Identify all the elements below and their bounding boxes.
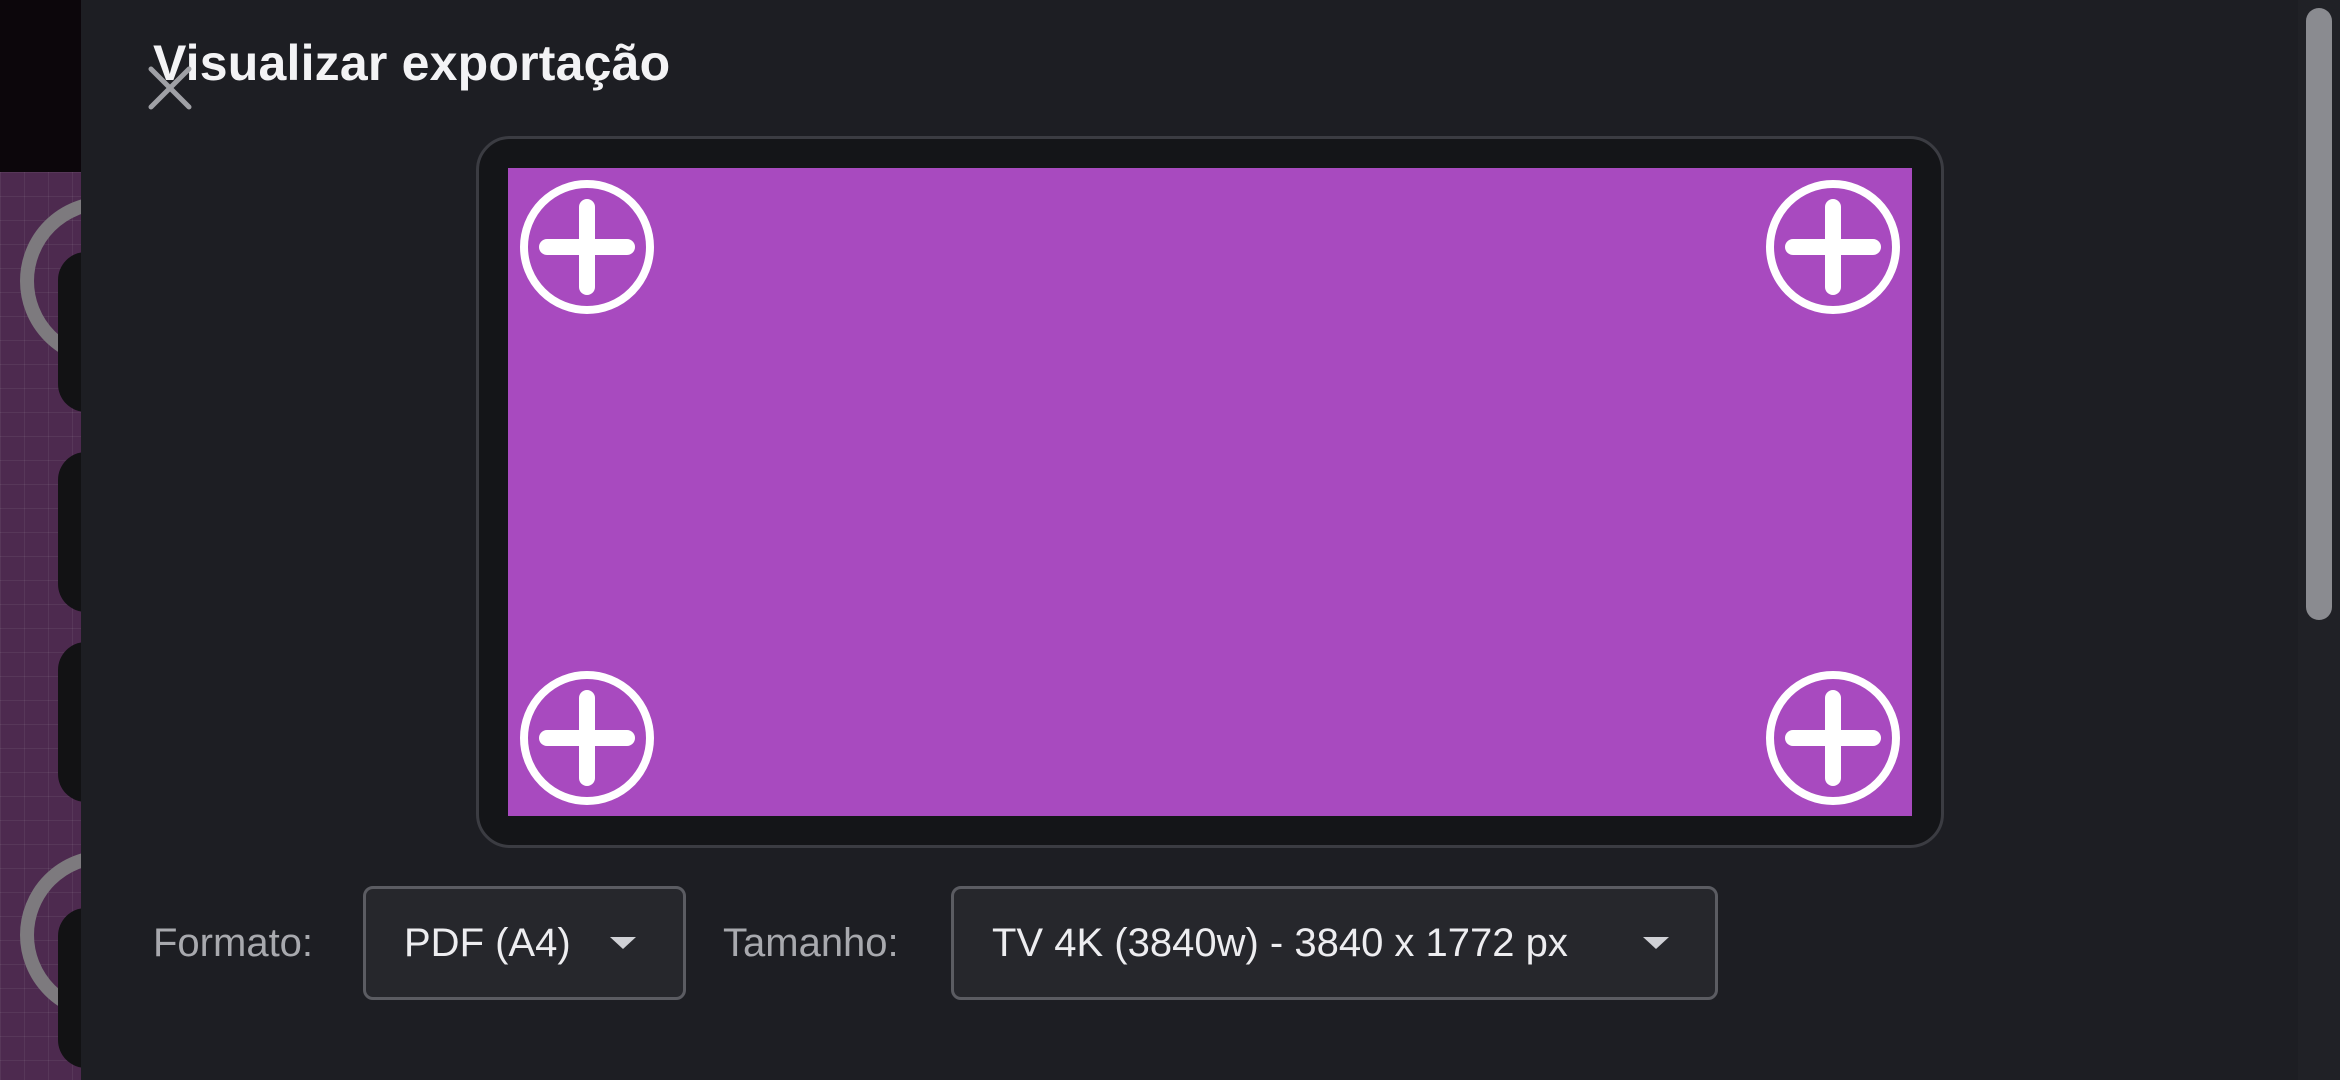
close-icon (148, 66, 192, 110)
format-label: Formato: (153, 921, 314, 965)
format-value: PDF (A4) (404, 921, 571, 965)
preview-canvas (508, 168, 1912, 816)
add-circle-icon (520, 180, 654, 314)
chevron-down-icon (610, 937, 636, 949)
size-value: TV 4K (3840w) - 3840 x 1772 px (992, 921, 1568, 965)
add-button-bottom-right[interactable] (1765, 670, 1901, 806)
export-options-row: Formato: PDF (A4) Tamanho: TV 4K (3840w)… (0, 886, 2340, 1000)
close-button[interactable] (144, 62, 196, 114)
add-button-top-left[interactable] (519, 179, 655, 315)
background-node-card (58, 252, 81, 412)
chevron-down-icon (1643, 937, 1669, 949)
format-dropdown[interactable]: PDF (A4) (363, 886, 686, 1000)
background-node-card (58, 642, 81, 802)
add-button-top-right[interactable] (1765, 179, 1901, 315)
add-button-bottom-left[interactable] (519, 670, 655, 806)
background-node-card (58, 452, 81, 612)
add-circle-icon (1766, 671, 1900, 805)
background-app-toolbar (0, 0, 81, 172)
add-circle-icon (520, 671, 654, 805)
add-circle-icon (1766, 180, 1900, 314)
size-dropdown[interactable]: TV 4K (3840w) - 3840 x 1772 px (951, 886, 1718, 1000)
scrollbar-thumb[interactable] (2306, 8, 2332, 620)
size-label: Tamanho: (723, 921, 899, 965)
screen: Visualizar exportação Formato: PDF (A4) … (0, 0, 2340, 1080)
dialog-title: Visualizar exportação (153, 35, 671, 91)
